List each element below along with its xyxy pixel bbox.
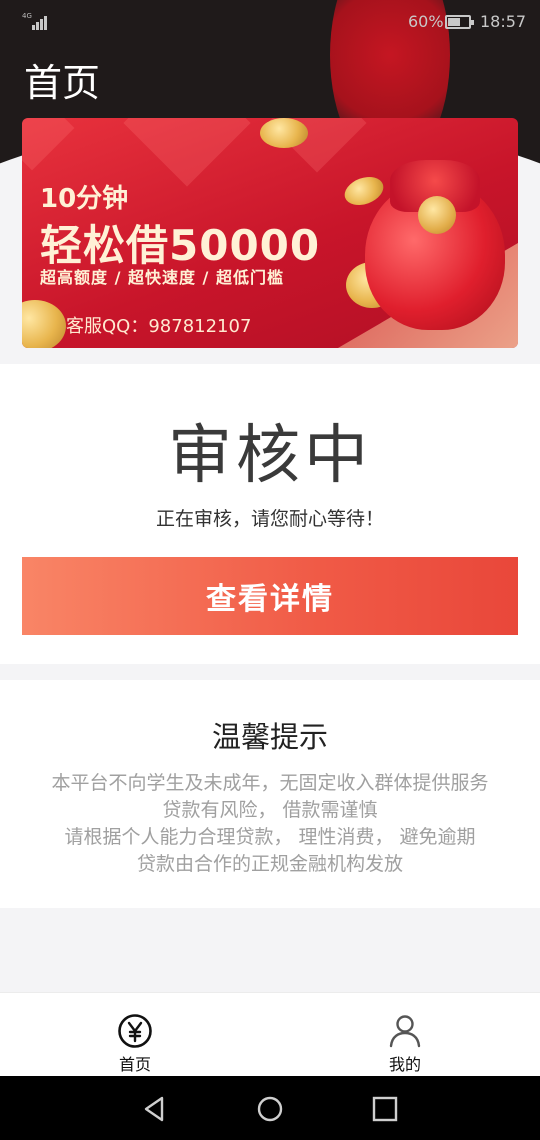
promo-banner[interactable]: 10分钟 轻松借50000 超高额度 / 超快速度 / 超低门槛 客服QQ：98… [22,118,518,348]
battery-icon [445,15,474,29]
recents-icon[interactable] [370,1094,400,1124]
tab-mine-label: 我的 [388,1055,421,1074]
network-type: 4G [22,12,32,20]
tips-card: 温馨提示 本平台不向学生及未成年，无固定收入群体提供服务 贷款有风险， 借款需谨… [0,680,540,908]
page-title: 首页 [24,61,101,105]
review-status-message: 正在审核，请您耐心等待！ [155,508,384,530]
money-bag-knot-icon [418,196,456,234]
banner-features: 超高额度 / 超快速度 / 超低门槛 [40,268,284,287]
review-status-card: 审核中 正在审核，请您耐心等待！ 查看详情 [0,364,540,664]
battery-percentage: 60% [408,12,444,31]
tips-line: 请根据个人能力合理贷款， 理性消费， 避免逾期 [64,826,476,848]
yen-circle-icon [118,1014,152,1048]
review-status-title: 审核中 [168,419,372,493]
clock: 18:57 [480,12,527,31]
bottom-tab-bar: 首页 我的 [0,992,540,1076]
coin-icon [260,118,308,148]
header: 4G 60% 18:57 首页 10分钟 轻松借50000 超高额度 / 超快速… [0,0,540,360]
view-details-button[interactable]: 查看详情 [22,557,518,635]
banner-contact: 客服QQ：987812107 [66,316,252,337]
back-icon[interactable] [140,1094,170,1124]
tips-line: 本平台不向学生及未成年，无固定收入群体提供服务 [51,772,489,794]
tips-title: 温馨提示 [211,720,328,754]
system-navigation-bar [0,1076,540,1140]
banner-headline-small: 10分钟 [40,184,129,214]
coin-icon [340,171,388,211]
tips-line: 贷款有风险， 借款需谨慎 [162,799,378,821]
tab-home[interactable]: 首页 [0,993,270,1077]
coin-icon [22,300,66,348]
tab-mine[interactable]: 我的 [270,993,540,1077]
home-icon[interactable] [255,1094,285,1124]
tips-text: 本平台不向学生及未成年，无固定收入群体提供服务 贷款有风险， 借款需谨慎 请根据… [0,770,540,878]
status-bar: 4G 60% 18:57 [0,0,540,44]
tips-line: 贷款由合作的正规金融机构发放 [136,853,403,875]
signal-icon: 4G [22,12,50,30]
tab-home-label: 首页 [118,1055,151,1074]
person-icon [389,1015,421,1048]
